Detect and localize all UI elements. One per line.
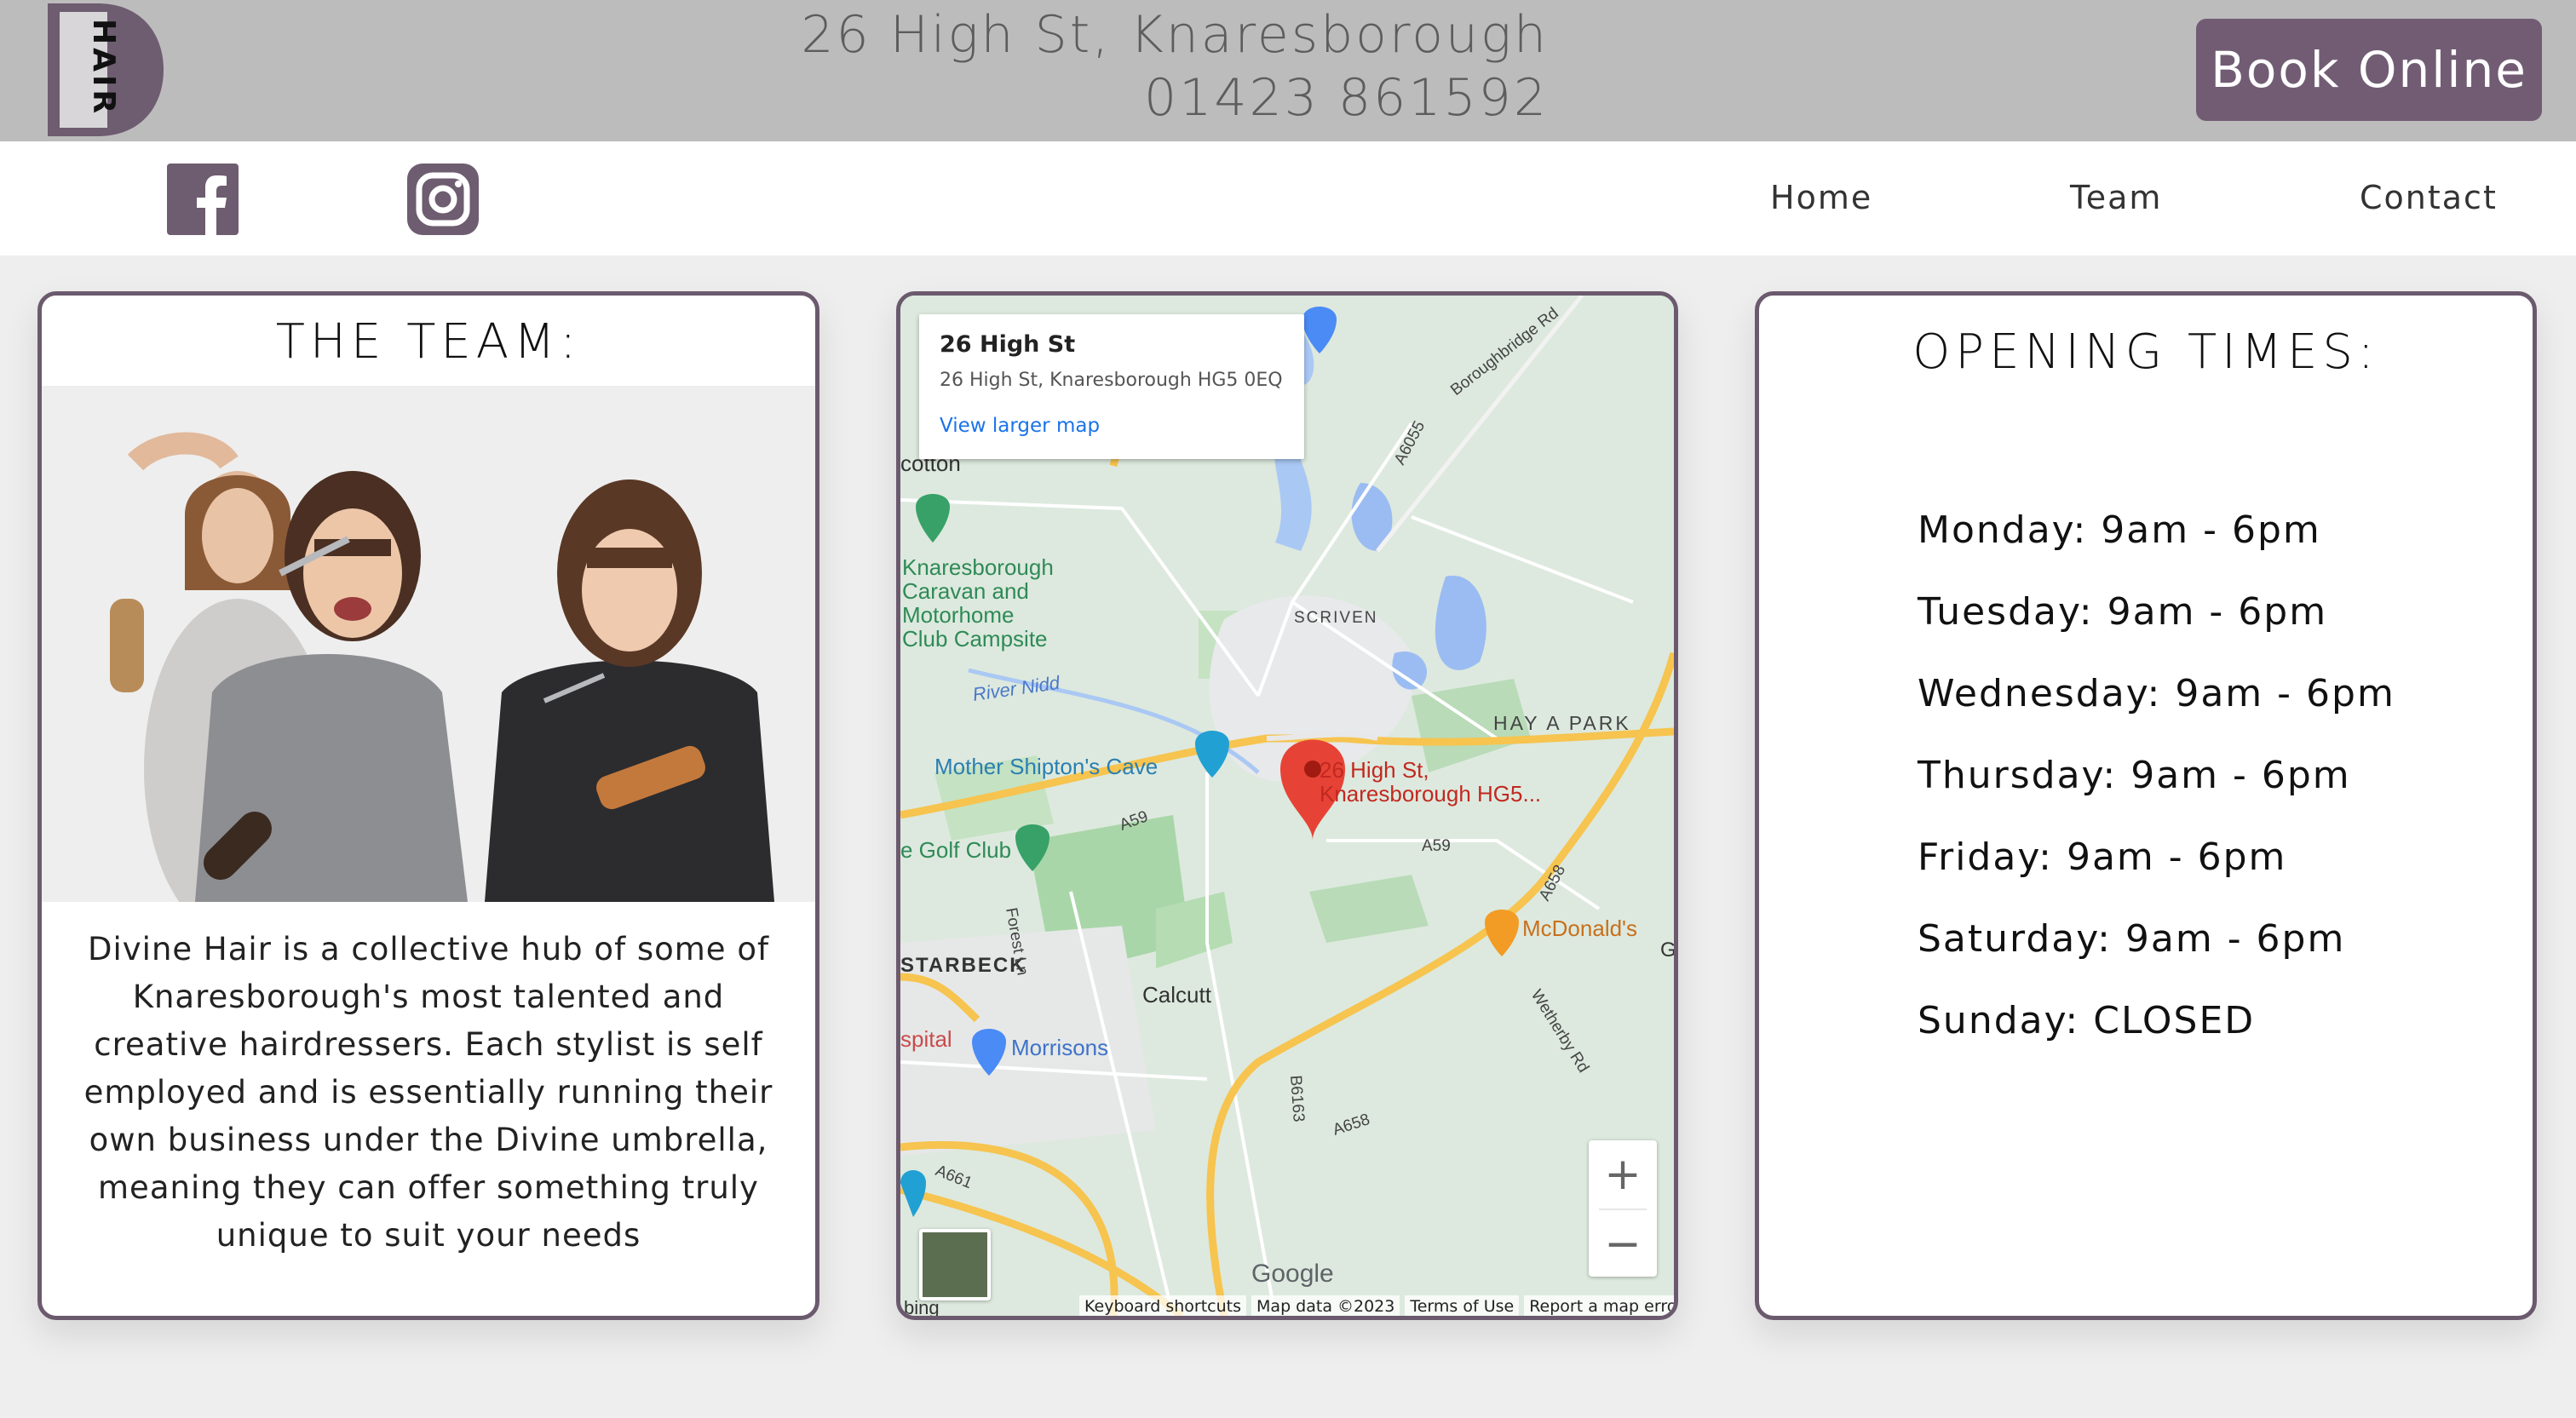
map-label-a59-right: A59 (1422, 837, 1451, 855)
map-label-caravan-1: Knaresborough (902, 554, 1054, 580)
nav-contact[interactable]: Contact (2360, 179, 2498, 216)
map-zoom-controls: + − (1589, 1140, 1657, 1277)
address-line: 26 High St, Knaresborough (801, 5, 1549, 65)
opening-times-list: Monday: 9am - 6pm Tuesday: 9am - 6pm Wed… (1918, 490, 2395, 1062)
opening-times-card: OPENING TIMES: Monday: 9am - 6pm Tuesday… (1755, 291, 2537, 1320)
satellite-toggle[interactable] (919, 1229, 991, 1300)
opening-times-title: OPENING TIMES: (1912, 324, 2379, 380)
team-photo (42, 386, 815, 902)
map-label-caravan-4: Club Campsite (902, 626, 1048, 652)
book-online-button[interactable]: Book Online (2196, 19, 2542, 121)
map-label-b6163: B6163 (1286, 1075, 1308, 1122)
keyboard-shortcuts-link[interactable]: Keyboard shortcuts (1079, 1295, 1247, 1316)
view-larger-map-link[interactable]: View larger map (940, 415, 1284, 437)
phone-number[interactable]: 01423 861592 (801, 66, 1549, 129)
map-label-calcutt: Calcutt (1142, 982, 1212, 1008)
opening-row-sunday: Sunday: CLOSED (1918, 999, 2256, 1042)
map-label-mother-shipton: Mother Shipton's Cave (934, 754, 1158, 779)
facebook-icon[interactable] (167, 164, 239, 235)
opening-row-thursday: Thursday: 9am - 6pm (1918, 754, 2351, 797)
opening-row-saturday: Saturday: 9am - 6pm (1918, 917, 2346, 961)
terms-of-use-link[interactable]: Terms of Use (1405, 1295, 1520, 1316)
nav-bar (0, 141, 2576, 255)
map-label-starbeck: STARBECK (900, 954, 1026, 977)
map-footer: Keyboard shortcuts Map data ©2023 Terms of… (1079, 1295, 1674, 1316)
contact-address: 26 High St, Knaresborough 01423 861592 (801, 3, 1549, 129)
map-info-box: 26 High St 26 High St, Knaresborough HG5… (919, 314, 1304, 459)
map-pin-label-1: 26 High St, (1320, 757, 1429, 783)
zoom-out-button[interactable]: − (1589, 1210, 1657, 1278)
google-logo: Google (1251, 1260, 1334, 1288)
map-label-scriven: SCRIVEN (1294, 609, 1377, 627)
map-label-g: G (1660, 939, 1674, 962)
divine-hair-logo[interactable]: HAIR (48, 3, 164, 136)
map-label-caravan-3: Motorhome (902, 602, 1015, 628)
zoom-in-button[interactable]: + (1589, 1140, 1657, 1208)
top-header: HAIR 26 High St, Knaresborough 01423 861… (0, 0, 2576, 141)
nav-team[interactable]: Team (2070, 179, 2162, 216)
opening-row-friday: Friday: 9am - 6pm (1918, 835, 2287, 879)
map-pin-label-2: Knaresborough HG5... (1320, 781, 1541, 807)
opening-row-wednesday: Wednesday: 9am - 6pm (1918, 672, 2395, 715)
map-label-hay-a-park: HAY A PARK (1493, 712, 1631, 734)
team-title: THE TEAM: (275, 314, 582, 370)
opening-row-tuesday: Tuesday: 9am - 6pm (1918, 590, 2328, 634)
team-card: THE TEAM: Divine Hair is a collective hu… (37, 291, 819, 1320)
report-map-error-link[interactable]: Report a map error (1524, 1295, 1674, 1316)
team-description: Divine Hair is a collective hub of some … (83, 931, 773, 1254)
map-label-morrisons: Morrisons (1011, 1035, 1108, 1060)
map-card[interactable]: Knaresborough Caravan and Motorhome Club… (896, 291, 1678, 1320)
map-label-hospital: spital (900, 1026, 952, 1052)
logo-text: HAIR (86, 19, 121, 117)
map-info-title: 26 High St (940, 331, 1076, 358)
map-data-text: Map data ©2023 (1251, 1295, 1400, 1316)
nav-home[interactable]: Home (1770, 179, 1872, 216)
map-label-golf: e Golf Club (900, 837, 1011, 863)
map-label-mcdonalds: McDonald's (1522, 916, 1637, 941)
map-info-address: 26 High St, Knaresborough HG5 0EQ (940, 370, 1283, 391)
map-label-caravan-2: Caravan and (902, 578, 1029, 604)
instagram-icon[interactable] (407, 164, 479, 235)
opening-row-monday: Monday: 9am - 6pm (1918, 508, 2321, 552)
